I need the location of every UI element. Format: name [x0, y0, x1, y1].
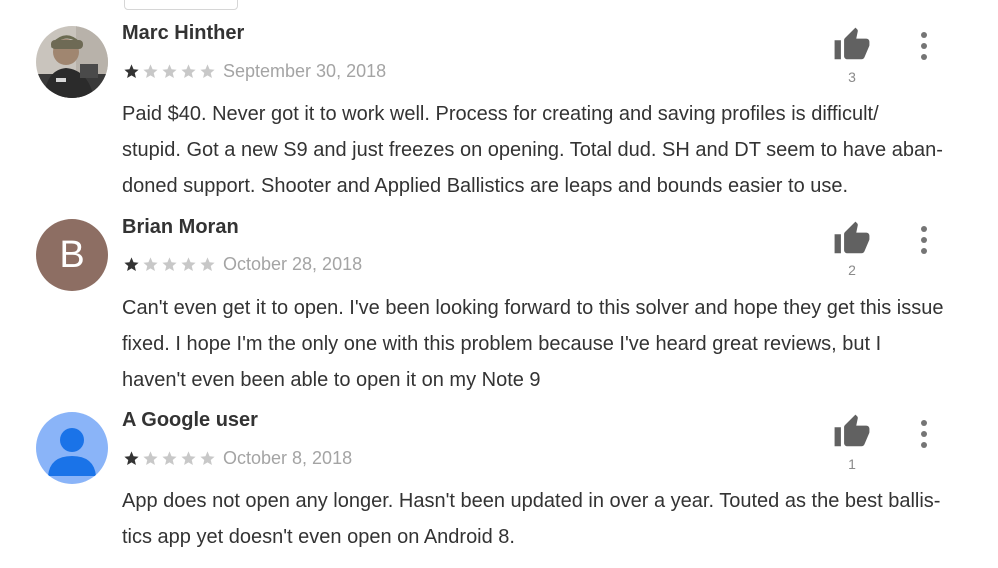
review-text-line: Paid $40. Never got it to work well. Pro…: [122, 103, 879, 125]
more-vert-icon: [921, 43, 927, 49]
star-rating: [123, 63, 218, 80]
helpful-button[interactable]: [833, 26, 871, 64]
star-empty-icon: [200, 257, 215, 272]
helpful-button[interactable]: [833, 413, 871, 451]
more-vert-icon: [921, 442, 927, 448]
review-text: App does not open any longer. Hasn't bee…: [122, 483, 972, 555]
more-vert-icon: [921, 226, 927, 232]
star-rating: [123, 256, 218, 273]
rating-row: September 30, 2018: [123, 61, 386, 82]
default-user-avatar-icon: [36, 412, 108, 484]
review-author: A Google user: [122, 409, 258, 431]
star-empty-icon: [181, 64, 196, 79]
review-date: September 30, 2018: [223, 61, 387, 81]
star-empty-icon: [162, 64, 177, 79]
star-empty-icon: [181, 451, 196, 466]
more-vert-icon: [921, 54, 927, 60]
helpful-count: 2: [848, 262, 856, 278]
avatar: [36, 26, 108, 98]
review-text-line: stupid. Got a new S9 and just freezes on…: [122, 139, 943, 161]
review-text-line: App does not open any longer. Hasn't bee…: [122, 490, 941, 512]
helpful-button[interactable]: [833, 220, 871, 258]
review-text-line: Can't even get it to open. I've been loo…: [122, 297, 944, 319]
avatar: [36, 412, 108, 484]
helpful-count: 1: [848, 456, 856, 472]
star-empty-icon: [181, 257, 196, 272]
review-date: October 8, 2018: [223, 448, 353, 468]
star-empty-icon: [162, 451, 177, 466]
more-vert-icon: [921, 32, 927, 38]
review-text: Can't even get it to open. I've been loo…: [122, 290, 972, 398]
more-options-button[interactable]: [912, 418, 936, 450]
star-filled-icon: [124, 451, 139, 466]
star-filled-icon: [124, 64, 139, 79]
star-rating: [123, 450, 218, 467]
rating-row: October 28, 2018: [123, 254, 362, 275]
rating-row: October 8, 2018: [123, 448, 352, 469]
star-empty-icon: [200, 451, 215, 466]
review-text-line: haven't even been able to open it on my …: [122, 369, 541, 391]
thumb-up-icon: [834, 221, 870, 254]
photo-avatar-icon: [36, 26, 108, 98]
more-vert-icon: [921, 237, 927, 243]
star-empty-icon: [143, 257, 158, 272]
more-vert-icon: [921, 248, 927, 254]
star-empty-icon: [200, 64, 215, 79]
review-text-line: fixed. I hope I'm the only one with this…: [122, 333, 882, 355]
review-date: October 28, 2018: [223, 254, 363, 274]
thumb-up-icon: [834, 27, 870, 60]
more-options-button[interactable]: [912, 224, 936, 256]
avatar: B: [36, 219, 108, 291]
star-empty-icon: [162, 257, 177, 272]
star-filled-icon: [124, 257, 139, 272]
review-author: Marc Hinther: [122, 22, 245, 44]
previous-item-edge: [124, 0, 238, 10]
star-empty-icon: [143, 451, 158, 466]
more-options-button[interactable]: [912, 30, 936, 62]
thumb-up-icon: [834, 414, 870, 447]
helpful-count: 3: [848, 69, 856, 85]
review-text: Paid $40. Never got it to work well. Pro…: [122, 96, 972, 204]
review-text-line: doned support. Shooter and Applied Balli…: [122, 175, 849, 197]
more-vert-icon: [921, 420, 927, 426]
review-text-line: tics app yet doesn't even open on Androi…: [122, 526, 515, 548]
more-vert-icon: [921, 431, 927, 437]
review-author: Brian Moran: [122, 216, 239, 238]
star-empty-icon: [143, 64, 158, 79]
